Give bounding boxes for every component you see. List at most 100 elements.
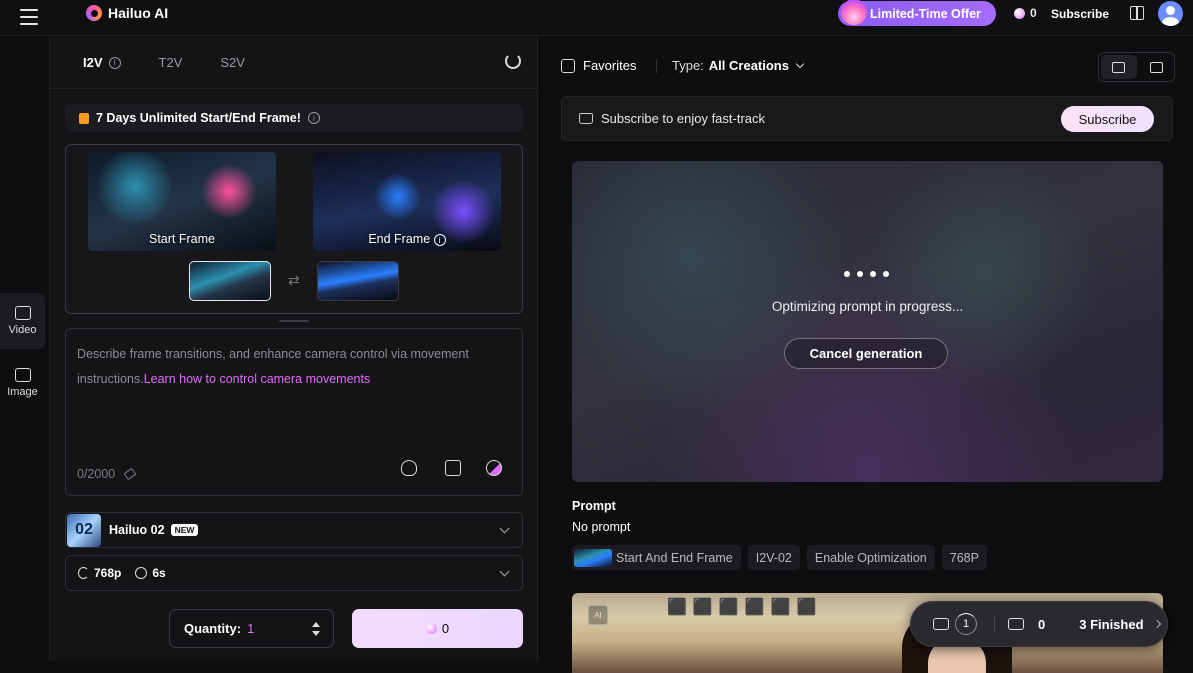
fast-track-subscribe-button[interactable]: Subscribe <box>1061 106 1154 132</box>
divider <box>50 88 538 89</box>
start-frame-image[interactable]: Start Frame <box>88 152 276 251</box>
info-icon[interactable]: i <box>108 56 121 69</box>
generate-button[interactable]: 0 <box>352 609 523 648</box>
promo-banner[interactable]: 7 Days Unlimited Start/End Frame! i <box>65 104 523 132</box>
generate-cost: 0 <box>441 621 450 636</box>
magic-enhance-icon[interactable] <box>486 460 502 476</box>
camera-movement-icon[interactable] <box>445 460 461 476</box>
tab-t2v[interactable]: T2V <box>159 55 183 70</box>
type-value: All Creations <box>708 58 789 73</box>
fast-track-text: Subscribe to enjoy fast-track <box>601 111 766 126</box>
resolution-icon <box>78 567 89 579</box>
chevron-down-icon <box>499 523 510 534</box>
resize-handle[interactable] <box>279 320 309 322</box>
tag-model: I2V-02 <box>747 545 800 570</box>
camera-help-link[interactable]: Learn how to control camera movements <box>144 372 371 386</box>
char-counter: 0/2000 <box>77 467 137 481</box>
generation-queue-pill[interactable]: 1 0 3 Finished <box>910 601 1168 647</box>
mode-tabs: I2V i T2V S2V <box>83 55 245 70</box>
info-icon[interactable]: i <box>433 234 446 246</box>
favorites-label: Favorites <box>583 58 637 73</box>
prompt-value: No prompt <box>572 520 631 534</box>
type-dropdown[interactable]: Type: All Creations <box>672 58 805 73</box>
grid-view-button[interactable] <box>1139 53 1175 81</box>
ai-badge: AI <box>588 605 608 625</box>
eraser-icon[interactable] <box>123 467 137 481</box>
promo-text: 7 Days Unlimited Start/End Frame! <box>96 111 301 125</box>
creation-panel: I2V i T2V S2V 7 Days Unlimited Start/End… <box>50 37 538 661</box>
list-view-button[interactable] <box>1101 55 1137 79</box>
prompt-placeholder: Describe frame transitions, and enhance … <box>77 347 469 386</box>
prompt-input[interactable]: Describe frame transitions, and enhance … <box>65 328 523 496</box>
chevron-down-icon <box>499 566 510 577</box>
favorites-filter[interactable]: Favorites <box>561 58 636 73</box>
end-frame-image[interactable]: End Frame i <box>313 152 501 251</box>
nav-label: Video <box>8 324 37 336</box>
info-icon[interactable]: i <box>307 112 320 124</box>
video-icon <box>14 306 31 320</box>
credits-counter[interactable]: 0 <box>1014 6 1037 20</box>
credits-value: 0 <box>1030 6 1037 20</box>
model-name: Hailuo 02 <box>109 523 165 537</box>
top-bar: Hailuo AI Limited-Time Offer 0 Subscribe <box>0 0 1193 36</box>
hailuo-logo-icon <box>86 5 102 21</box>
cancel-generation-button[interactable]: Cancel generation <box>784 338 948 369</box>
resolution-setting: 768p <box>78 566 121 580</box>
subscribe-link[interactable]: Subscribe <box>1051 7 1109 21</box>
running-count: 1 <box>955 613 977 635</box>
swap-icon[interactable]: ⇄ <box>288 272 300 289</box>
generation-card[interactable]: Optimizing prompt in progress... Cancel … <box>572 161 1163 482</box>
prompt-heading: Prompt <box>572 499 616 513</box>
nav-label: Image <box>7 386 38 398</box>
crown-icon <box>579 113 593 124</box>
clock-icon <box>135 567 148 579</box>
frame-thumb <box>574 548 612 567</box>
type-label: Type: <box>672 58 704 73</box>
refresh-icon[interactable] <box>505 53 521 69</box>
progress-text: Optimizing prompt in progress... <box>771 299 964 314</box>
frame-upload-area: Start Frame End Frame i ⇄ <box>65 144 523 314</box>
start-frame-thumb[interactable] <box>189 261 271 301</box>
quantity-stepper[interactable]: Quantity: 1 <box>169 609 334 648</box>
shell-icon <box>841 0 867 25</box>
loading-dots <box>844 271 889 277</box>
favorites-checkbox[interactable] <box>561 58 575 73</box>
fast-track-banner: Subscribe to enjoy fast-track Subscribe <box>561 96 1173 141</box>
user-avatar[interactable] <box>1158 1 1183 26</box>
nav-item-video[interactable]: Video <box>0 293 45 349</box>
side-nav: Video Image <box>0 37 50 661</box>
settings-select[interactable]: 768p 6s <box>65 555 523 591</box>
tag-resolution: 768P <box>941 545 987 570</box>
tab-s2v[interactable]: S2V <box>220 55 245 70</box>
image-icon <box>14 368 31 382</box>
hamburger-menu-icon[interactable] <box>20 9 38 25</box>
tab-label: S2V <box>220 55 245 70</box>
video-camera-icon <box>933 618 949 630</box>
quantity-value: 1 <box>247 621 255 636</box>
view-toggle <box>1098 52 1175 82</box>
book-icon[interactable] <box>1130 6 1144 20</box>
nav-item-image[interactable]: Image <box>0 355 45 411</box>
street-sign-graphic: ⬛⬛⬛⬛⬛⬛ <box>667 599 823 616</box>
model-thumbnail: 02 <box>67 513 101 547</box>
tab-i2v[interactable]: I2V i <box>83 55 121 70</box>
stepper-arrows-icon[interactable] <box>311 618 321 640</box>
grid-view-icon <box>1149 61 1163 73</box>
pending-icon <box>1008 618 1024 630</box>
end-frame-label: End Frame i <box>313 232 501 246</box>
finished-count: 3 Finished <box>1079 616 1144 632</box>
chevron-right-icon <box>1152 619 1161 629</box>
gift-icon <box>79 112 89 124</box>
lightbulb-icon[interactable] <box>401 460 417 476</box>
model-select[interactable]: 02 Hailuo 02 NEW <box>65 512 523 548</box>
end-frame-thumb[interactable] <box>317 261 399 301</box>
limited-offer-button[interactable]: Limited-Time Offer <box>838 0 996 26</box>
brand-logo[interactable]: Hailuo AI <box>86 5 168 21</box>
tag-optimization: Enable Optimization <box>806 545 935 570</box>
results-area: Favorites Type: All Creations Subscribe … <box>539 37 1193 673</box>
tab-label: I2V <box>83 55 103 70</box>
gem-icon <box>1014 7 1025 19</box>
tab-label: T2V <box>158 55 183 70</box>
divider <box>994 615 995 633</box>
new-badge: NEW <box>170 524 199 536</box>
